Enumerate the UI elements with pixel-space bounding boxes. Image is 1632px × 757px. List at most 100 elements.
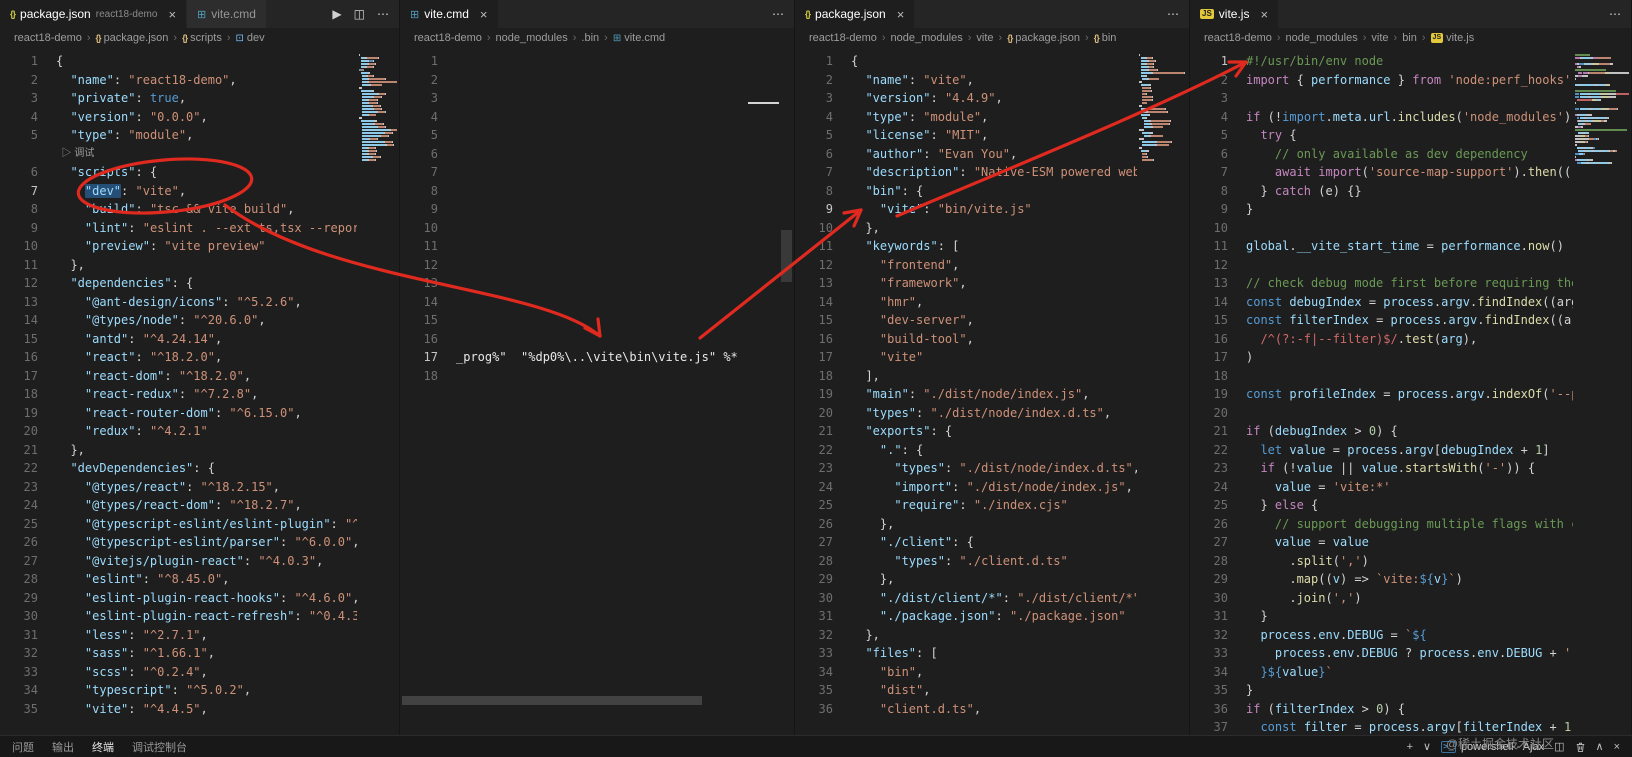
code-line[interactable]: "less": "^2.7.1", xyxy=(56,626,357,645)
code-area[interactable]: #!/usr/bin/env node import { performance … xyxy=(1232,48,1573,735)
code-line[interactable]: }, xyxy=(851,515,1137,534)
code-line[interactable]: const profileIndex = process.argv.indexO… xyxy=(1246,385,1573,404)
code-line[interactable]: "bin": { xyxy=(851,182,1137,201)
code-line[interactable]: "require": "./index.cjs" xyxy=(851,496,1137,515)
code-line[interactable]: "@ant-design/icons": "^5.2.6", xyxy=(56,293,357,312)
code-line[interactable]: }, xyxy=(56,256,357,275)
code-area[interactable]: { "name": "vite", "version": "4.4.9", "t… xyxy=(837,48,1137,735)
code-line[interactable]: "eslint": "^8.45.0", xyxy=(56,570,357,589)
close-icon[interactable]: × xyxy=(1260,7,1268,22)
code-line[interactable] xyxy=(456,367,746,386)
code-line[interactable]: "react-redux": "^7.2.8", xyxy=(56,385,357,404)
code-line[interactable]: process.env.DEBUG ? process.env.DEBUG + … xyxy=(1246,644,1573,663)
maximize-panel-icon[interactable]: ∧ xyxy=(1596,740,1604,753)
code-line[interactable]: // check debug mode first before requiri… xyxy=(1246,274,1573,293)
code-line[interactable]: "type": "module", xyxy=(56,126,357,145)
code-line[interactable]: if (debugIndex > 0) { xyxy=(1246,422,1573,441)
code-line[interactable]: "vite" xyxy=(851,348,1137,367)
code-line[interactable]: ▷ 调试 xyxy=(56,145,357,164)
code-line[interactable] xyxy=(1246,219,1573,238)
code-line[interactable] xyxy=(456,71,746,90)
code-line[interactable]: "build-tool", xyxy=(851,330,1137,349)
code-line[interactable]: "sass": "^1.66.1", xyxy=(56,644,357,663)
code-line[interactable]: "dependencies": { xyxy=(56,274,357,293)
code-line[interactable] xyxy=(456,311,746,330)
breadcrumb[interactable]: react18-demo ›{} package.json ›{} scripts › ⊡ d… xyxy=(0,28,399,48)
more-icon[interactable]: ⋯ xyxy=(772,7,784,21)
minimap[interactable] xyxy=(1137,48,1189,735)
code-line[interactable] xyxy=(456,274,746,293)
vertical-scrollbar[interactable] xyxy=(781,230,792,282)
breadcrumb-item[interactable]: .bin xyxy=(581,32,599,44)
code-line[interactable]: "scripts": { xyxy=(56,163,357,182)
code-line[interactable]: "keywords": [ xyxy=(851,237,1137,256)
code-line[interactable]: { xyxy=(851,52,1137,71)
code-line[interactable]: "name": "vite", xyxy=(851,71,1137,90)
code-line[interactable]: } catch (e) {} xyxy=(1246,182,1573,201)
code-line[interactable]: ], xyxy=(851,367,1137,386)
code-line[interactable]: "react-router-dom": "^6.15.0", xyxy=(56,404,357,423)
code-line[interactable]: "redux": "^4.2.1" xyxy=(56,422,357,441)
code-line[interactable]: ".": { xyxy=(851,441,1137,460)
code-line[interactable] xyxy=(456,182,746,201)
breadcrumb-item[interactable]: react18-demo xyxy=(414,32,482,44)
breadcrumb-item[interactable]: node_modules xyxy=(891,32,963,44)
code-line[interactable]: "@vitejs/plugin-react": "^4.0.3", xyxy=(56,552,357,571)
code-line[interactable] xyxy=(456,108,746,127)
breadcrumb-item[interactable]: react18-demo xyxy=(809,32,877,44)
breadcrumb-item[interactable]: react18-demo xyxy=(1204,32,1272,44)
breadcrumb-item[interactable]: bin xyxy=(1402,32,1417,44)
code-line[interactable]: #!/usr/bin/env node xyxy=(1246,52,1573,71)
run-icon[interactable]: ▶ xyxy=(332,7,341,21)
tab-package-json[interactable]: {} package.json react18-demo × xyxy=(0,0,188,28)
code-line[interactable]: "types": "./dist/node/index.d.ts", xyxy=(851,459,1137,478)
code-line[interactable]: }, xyxy=(851,570,1137,589)
code-line[interactable]: _prog%" "%dp0%\..\vite\bin\vite.js" %* xyxy=(456,348,746,367)
code-line[interactable]: } else { xyxy=(1246,496,1573,515)
split-icon[interactable]: ◫ xyxy=(354,7,365,21)
code-line[interactable]: { xyxy=(56,52,357,71)
code-line[interactable]: if (filterIndex > 0) { xyxy=(1246,700,1573,719)
tab-vite-js[interactable]: JS vite.js × xyxy=(1190,0,1280,28)
horizontal-scrollbar[interactable] xyxy=(402,696,702,705)
code-line[interactable]: "version": "0.0.0", xyxy=(56,108,357,127)
code-line[interactable]: "import": "./dist/node/index.js", xyxy=(851,478,1137,497)
code-line[interactable]: } xyxy=(1246,200,1573,219)
code-line[interactable]: "types": "./client.d.ts" xyxy=(851,552,1137,571)
tab-vite-cmd[interactable]: ⊞ vite.cmd xyxy=(187,0,267,28)
code-line[interactable]: "vite": "bin/vite.js" xyxy=(851,200,1137,219)
kill-terminal-icon[interactable] xyxy=(1575,741,1586,753)
breadcrumb[interactable]: react18-demo › node_modules › .bin › ⊞ vite.cmd xyxy=(400,28,794,48)
code-line[interactable]: // support debugging multiple flags with… xyxy=(1246,515,1573,534)
breadcrumb-item[interactable]: react18-demo xyxy=(14,32,82,44)
code-line[interactable]: "client.d.ts", xyxy=(851,700,1137,719)
code-line[interactable]: "@typescript-eslint/parser": "^6.0.0", xyxy=(56,533,357,552)
code-line[interactable]: "scss": "^0.2.4", xyxy=(56,663,357,682)
code-line[interactable]: await import('source-map-support').then(… xyxy=(1246,163,1573,182)
code-line[interactable]: "hmr", xyxy=(851,293,1137,312)
breadcrumb-item[interactable]: node_modules xyxy=(1286,32,1358,44)
code-line[interactable] xyxy=(456,52,746,71)
code-line[interactable]: import { performance } from 'node:perf_h… xyxy=(1246,71,1573,90)
code-line[interactable]: const filterIndex = process.argv.findInd… xyxy=(1246,311,1573,330)
code-line[interactable]: let value = process.argv[debugIndex + 1] xyxy=(1246,441,1573,460)
code-line[interactable] xyxy=(456,330,746,349)
code-line[interactable] xyxy=(456,126,746,145)
more-icon[interactable]: ⋯ xyxy=(377,7,389,21)
breadcrumb-item[interactable]: JS vite.js xyxy=(1430,32,1474,44)
code-line[interactable] xyxy=(456,145,746,164)
code-line[interactable] xyxy=(456,219,746,238)
code-line[interactable]: "author": "Evan You", xyxy=(851,145,1137,164)
code-line[interactable]: .split(',') xyxy=(1246,552,1573,571)
code-line[interactable]: "./package.json": "./package.json" xyxy=(851,607,1137,626)
breadcrumb[interactable]: react18-demo › node_modules › vite ›{} package… xyxy=(795,28,1189,48)
close-icon[interactable]: × xyxy=(168,7,176,22)
panel-tab-terminal[interactable]: 终端 xyxy=(92,739,114,755)
breadcrumb-item[interactable]: {} package.json xyxy=(1007,32,1080,44)
code-line[interactable]: }, xyxy=(851,219,1137,238)
tab-vite-cmd[interactable]: ⊞ vite.cmd × xyxy=(400,0,499,28)
code-line[interactable]: "eslint-plugin-react-refresh": "^0.4.3", xyxy=(56,607,357,626)
code-line[interactable]: "frontend", xyxy=(851,256,1137,275)
breadcrumb-item[interactable]: vite xyxy=(976,32,993,44)
code-line[interactable]: }${value}` xyxy=(1246,663,1573,682)
